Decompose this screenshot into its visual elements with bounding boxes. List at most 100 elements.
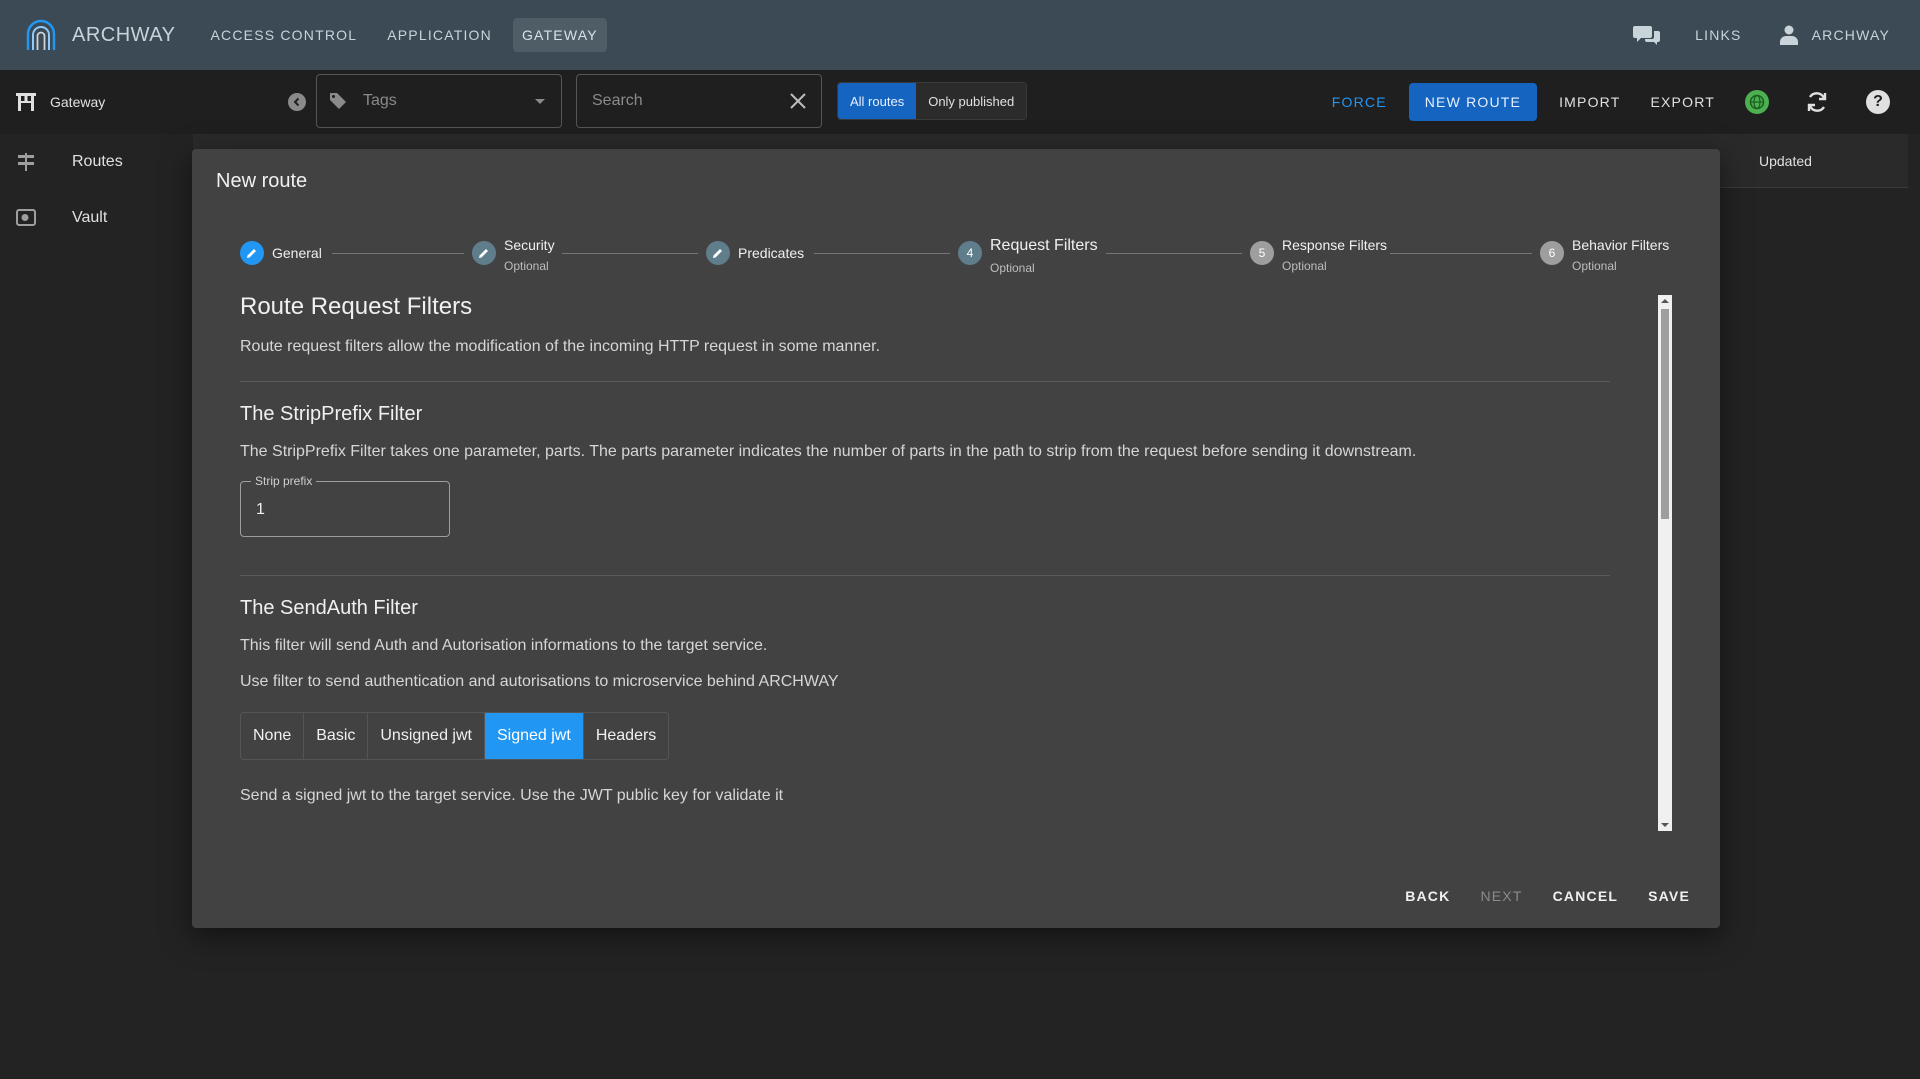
clear-search-icon[interactable] [789,92,807,110]
save-button[interactable]: SAVE [1638,880,1700,912]
archway-logo-icon [26,19,56,50]
edit-icon [472,241,496,265]
step-connector [1106,253,1242,254]
export-button[interactable]: EXPORT [1650,94,1715,110]
chat-icon[interactable] [1633,23,1661,47]
sendauth-hint: Use filter to send authentication and au… [240,673,839,690]
sidebar-item-vault[interactable]: Vault [0,190,193,246]
cancel-button[interactable]: CANCEL [1543,880,1629,912]
sidebar: Routes Vault [0,134,193,1079]
step-optional-label: Optional [1282,259,1327,273]
auth-mode-headers[interactable]: Headers [583,713,669,759]
step-content: Route Request Filters Route request filt… [240,293,1610,819]
section-title: Gateway [16,70,105,134]
column-header-updated[interactable]: Updated [1759,153,1812,169]
step-label: Request Filters [990,237,1098,254]
dialog-title: New route [216,170,308,192]
section-heading: Route Request Filters [240,293,473,320]
strip-prefix-description: The StripPrefix Filter takes one paramet… [240,443,1417,460]
strip-prefix-label: Strip prefix [251,474,317,488]
step-general[interactable]: General [240,237,322,265]
step-optional-label: Optional [1572,259,1617,273]
top-nav: ACCESS CONTROL APPLICATION GATEWAY [196,18,613,52]
status-globe-icon[interactable] [1745,90,1769,114]
next-button[interactable]: NEXT [1470,880,1532,912]
search-input[interactable] [592,92,782,110]
step-security[interactable]: Security Optional [472,237,555,273]
route-filter-toggle: All routes Only published [837,82,1028,120]
step-label: Behavior Filters [1572,237,1670,253]
app-name: ARCHWAY [72,23,176,46]
tag-icon [330,93,346,109]
step-connector [562,253,698,254]
nav-application[interactable]: APPLICATION [378,18,501,52]
import-button[interactable]: IMPORT [1559,94,1620,110]
auth-mode-basic[interactable]: Basic [304,713,369,759]
scroll-down-icon[interactable] [1661,823,1669,827]
step-connector [1390,253,1532,254]
step-label: Response Filters [1282,237,1388,253]
divider [240,381,1610,382]
chevron-left-icon [293,97,300,107]
toolbar: Gateway Tags All routes Only published F… [0,70,1920,134]
sidebar-item-label: Vault [72,209,108,226]
app-logo[interactable]: ARCHWAY [22,16,176,54]
sendauth-mode-toggle: None Basic Unsigned jwt Signed jwt Heade… [240,712,670,760]
collapse-sidebar-button[interactable] [288,93,306,111]
step-label: General [272,245,322,261]
all-routes-button[interactable]: All routes [838,83,917,119]
links-button[interactable]: LINKS [1695,27,1741,43]
new-route-button[interactable]: NEW ROUTE [1408,83,1538,121]
step-behavior-filters[interactable]: 6 Behavior Filters Optional [1540,237,1669,273]
nav-access-control[interactable]: ACCESS CONTROL [202,18,367,52]
new-route-dialog: New route General Security Optional Pred… [192,149,1720,928]
toolbar-actions: FORCE NEW ROUTE IMPORT EXPORT ? [1332,70,1890,134]
step-number: 5 [1250,241,1274,265]
step-number: 6 [1540,241,1564,265]
tags-select[interactable]: Tags [316,74,562,128]
sidebar-item-routes[interactable]: Routes [0,134,193,190]
step-connector [814,253,950,254]
force-button[interactable]: FORCE [1332,94,1387,110]
nav-gateway[interactable]: GATEWAY [512,18,607,52]
step-response-filters[interactable]: 5 Response Filters Optional [1250,237,1387,273]
strip-prefix-value: 1 [256,501,265,518]
step-label: Predicates [738,245,805,261]
app-bar: ARCHWAY ACCESS CONTROL APPLICATION GATEW… [0,0,1920,70]
scroll-thumb[interactable] [1661,309,1669,519]
only-published-button[interactable]: Only published [916,83,1027,119]
gateway-icon [16,93,36,111]
tags-placeholder: Tags [363,92,397,109]
help-icon[interactable]: ? [1866,90,1890,114]
auth-mode-none[interactable]: None [241,713,305,759]
back-button[interactable]: BACK [1395,880,1460,912]
step-request-filters[interactable]: 4 Request Filters Optional [958,237,1098,275]
auth-mode-signed-jwt[interactable]: Signed jwt [484,713,584,759]
section-label: Gateway [50,94,106,110]
route-stepper: General Security Optional Predicates 4 R… [240,237,1672,277]
sendauth-description: This filter will send Auth and Autorisat… [240,637,768,654]
strip-prefix-field[interactable]: Strip prefix 1 [240,474,450,537]
scroll-up-icon[interactable] [1661,299,1669,303]
strip-prefix-title: The StripPrefix Filter [240,403,423,425]
sendauth-mode-note: Send a signed jwt to the target service.… [240,787,784,804]
user-icon [1779,25,1798,45]
refresh-icon[interactable] [1805,90,1829,114]
search-box [576,74,822,128]
app-bar-actions: LINKS ARCHWAY [1633,0,1890,70]
sidebar-item-label: Routes [72,153,123,170]
step-number: 4 [958,241,982,265]
user-menu[interactable]: ARCHWAY [1779,25,1890,45]
routes-icon [18,153,34,171]
auth-mode-unsigned-jwt[interactable]: Unsigned jwt [368,713,485,759]
divider [240,575,1610,576]
step-predicates[interactable]: Predicates [706,237,804,265]
edit-icon [240,241,264,265]
sendauth-title: The SendAuth Filter [240,597,418,619]
edit-icon [706,241,730,265]
step-connector [332,253,464,254]
user-name: ARCHWAY [1811,27,1890,43]
step-optional-label: Optional [990,261,1035,275]
content-scrollbar[interactable] [1658,295,1672,831]
section-intro: Route request filters allow the modifica… [240,338,881,355]
